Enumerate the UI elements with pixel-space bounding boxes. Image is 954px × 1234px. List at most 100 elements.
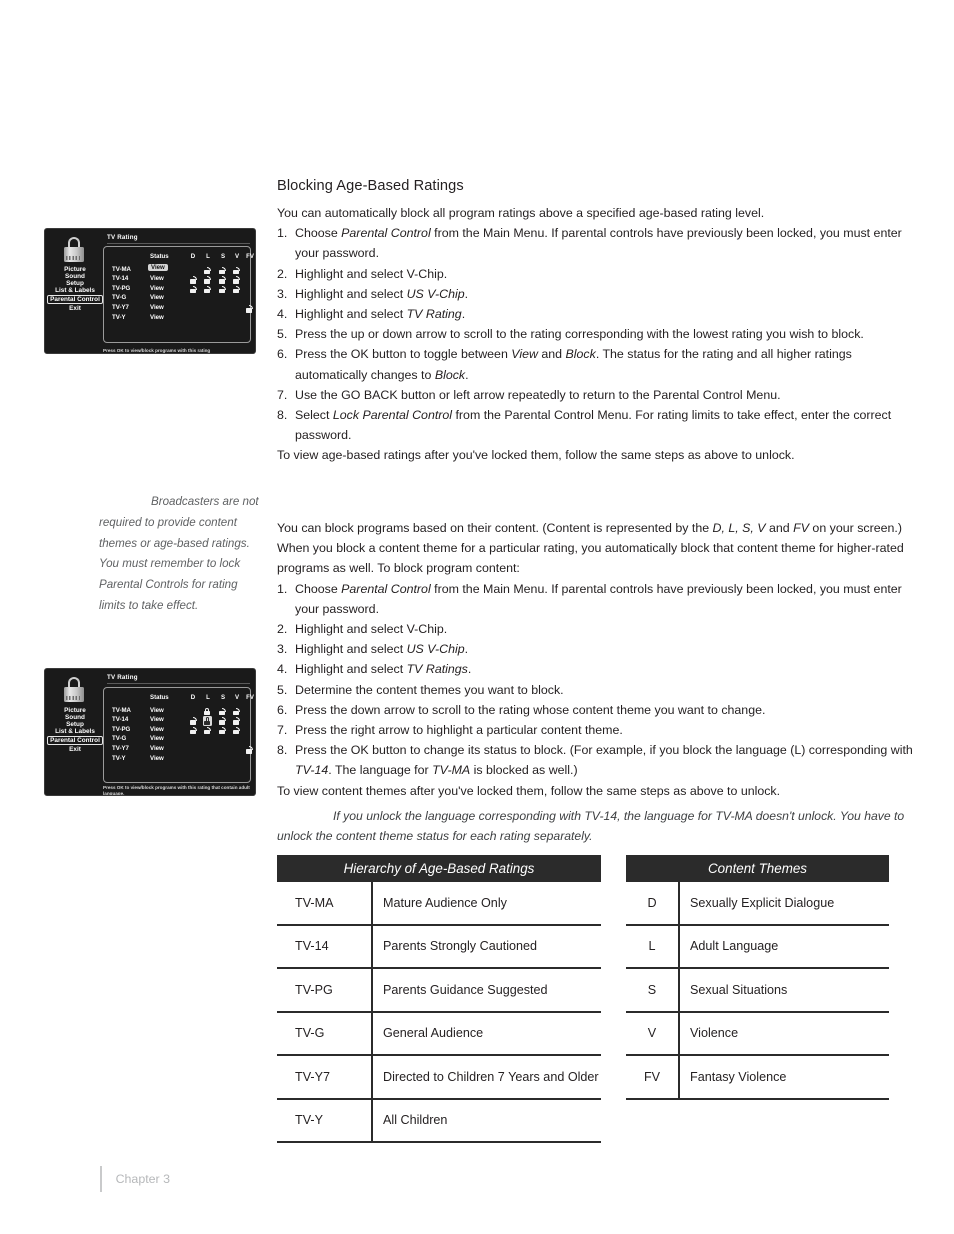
tv-col-header-s: S xyxy=(220,253,226,260)
table-cell-value: Sexually Explicit Dialogue xyxy=(690,895,835,910)
tv-screen-title: TV Rating xyxy=(107,674,138,681)
lock-icon-open xyxy=(233,726,240,735)
section1-closing: To view age-based ratings after you've l… xyxy=(277,448,795,463)
table-cell-value: Sexual Situations xyxy=(690,982,788,997)
table-row: TV-MA Mature Audience Only xyxy=(277,882,601,926)
page-title: Blocking Age-Based Ratings xyxy=(277,178,464,194)
tv-status-value[interactable]: View xyxy=(150,304,164,311)
tv-status-value[interactable]: View xyxy=(150,735,164,742)
section2-note: If you unlock the language corresponding… xyxy=(277,809,905,844)
tv-status-value[interactable]: View xyxy=(150,745,164,752)
tv-rating-label: TV-PG xyxy=(112,725,131,733)
tv-menu-item[interactable]: Exit xyxy=(45,746,105,753)
lock-icon-open xyxy=(190,276,197,284)
tv-menu-item-label: Parental Control xyxy=(47,736,103,745)
step-item: Select Lock Parental Control from the Pa… xyxy=(277,405,892,443)
tv-status-value[interactable]: View xyxy=(150,314,164,321)
tv-rating-header-row: Status D L S V FV xyxy=(104,694,254,704)
tv-screen-hint: Press OK to view/block programs with thi… xyxy=(103,785,250,796)
tv-status-value[interactable]: View xyxy=(150,275,164,282)
tv-rating-row[interactable]: TV-14 View xyxy=(104,716,250,726)
tv-rating-row[interactable]: TV-PG View xyxy=(104,726,250,736)
tv-col-header-s: S xyxy=(220,694,226,701)
tv-rating-label: TV-14 xyxy=(112,275,129,283)
step-item: Press the up or down arrow to scroll to … xyxy=(277,324,864,344)
tv-rating-row[interactable]: TV-Y7 View xyxy=(104,304,253,314)
footer-chapter-label: Chapter 3 xyxy=(115,1172,171,1186)
step-item: Highlight and select V-Chip. xyxy=(277,619,448,639)
tv-rating-label: TV-14 xyxy=(112,716,129,724)
table-cell-value: Parents Strongly Cautioned xyxy=(383,939,538,954)
lock-icon-open xyxy=(190,726,197,735)
step-item: Press the down arrow to scroll to the ra… xyxy=(277,700,766,720)
table-cell-key: TV-MA xyxy=(277,882,373,924)
tv-rating-label: TV-G xyxy=(112,294,127,302)
tv-rating-row[interactable]: TV-14 View xyxy=(104,275,250,285)
tv-screenshot-age-based: TV Rating Picture Sound Setup List & Labels… xyxy=(44,228,256,354)
table-row: TV-14 Parents Strongly Cautioned xyxy=(277,925,601,969)
tv-status-value[interactable]: View xyxy=(150,294,164,301)
tv-menu-item-label: Exit xyxy=(69,305,81,312)
tv-col-header-v: V xyxy=(234,694,240,701)
table-cell-key: TV-14 xyxy=(277,925,373,967)
table-row: TV-Y7 Directed to Children 7 Years and Ol… xyxy=(277,1056,601,1100)
tv-rating-label: TV-Y7 xyxy=(112,744,129,752)
tv-menu-item-label: Exit xyxy=(69,746,81,753)
tv-col-header-status: Status xyxy=(150,253,169,260)
tv-rating-row[interactable]: TV-Y7 View xyxy=(104,744,253,755)
tv-status-value[interactable]: View xyxy=(150,755,164,762)
tv-screen-hint: Press OK to view/block programs with thi… xyxy=(103,348,211,353)
lock-icon-open xyxy=(190,285,197,294)
tv-status-value-selected[interactable]: View xyxy=(148,264,168,272)
tv-rating-label: TV-Y xyxy=(112,313,126,321)
tv-rating-row[interactable]: TV-MA View xyxy=(104,264,250,276)
lock-icon-open xyxy=(219,285,226,294)
table-cell-key: FV xyxy=(626,1056,680,1098)
lock-icon-open xyxy=(219,266,226,275)
tv-rating-label: TV-G xyxy=(112,735,127,743)
table-cell-key: TV-G xyxy=(277,1012,373,1054)
tv-status-value[interactable]: View xyxy=(150,726,164,733)
tv-col-header-v: V xyxy=(234,253,240,260)
left-margin-column: TV Rating Picture Sound Setup List & Labels… xyxy=(44,0,259,1234)
tv-col-header-fv: FV xyxy=(246,253,254,260)
tv-rating-row[interactable]: TV-G View xyxy=(104,294,250,304)
tv-status-value[interactable]: View xyxy=(150,716,164,723)
tv-screenshot-content-themes: TV Rating Picture Sound Setup List & Labels… xyxy=(44,668,256,796)
tv-rating-row[interactable]: TV-G View xyxy=(104,735,250,745)
tv-rating-row[interactable]: TV-Y View xyxy=(104,314,250,324)
table-hierarchy-body: TV-MA Mature Audience Only TV-14 Parents St… xyxy=(277,882,601,1143)
table-row: S Sexual Situations xyxy=(626,969,889,1013)
step-item: Choose Parental Control from the Main Me… xyxy=(277,579,902,616)
lock-icon-open xyxy=(204,276,211,284)
padlock-icon xyxy=(63,677,85,703)
tv-rating-label: TV-MA xyxy=(112,706,131,714)
tv-rating-row[interactable]: TV-MA View xyxy=(104,707,250,717)
tv-menu-item[interactable]: List & Labels xyxy=(45,287,105,294)
step-item: Highlight and select TV Rating. xyxy=(277,304,466,324)
tv-status-value[interactable]: View xyxy=(150,707,164,714)
section2-steps: Choose Parental Control from the Main Me… xyxy=(277,579,913,781)
table-cell-value: Parents Guidance Suggested xyxy=(383,982,548,997)
section2-closing: To view content themes after you've lock… xyxy=(277,783,781,798)
tv-rating-row[interactable]: TV-PG View xyxy=(104,285,250,295)
tv-rating-label: TV-PG xyxy=(112,284,131,292)
tv-rating-row[interactable]: TV-Y View xyxy=(104,755,250,765)
tv-col-header-fv: FV xyxy=(246,694,254,701)
tv-status-value[interactable]: View xyxy=(150,285,164,292)
intro-paragraph: You can automatically block all program … xyxy=(277,206,765,220)
tv-rating-panel: Status D L S V FV TV-MA View TV-14 View TV-PG View… xyxy=(103,687,254,783)
lock-icon-open xyxy=(233,266,240,275)
table-row: TV-G General Audience xyxy=(277,1012,601,1056)
lock-icon-selected xyxy=(202,716,212,726)
tv-main-menu: Picture Sound Setup List & Labels Parental C… xyxy=(45,707,105,753)
footer-divider xyxy=(100,1166,102,1192)
padlock-icon xyxy=(63,237,85,263)
tv-menu-item[interactable]: Exit xyxy=(45,305,105,312)
page-footer: Chapter 3 xyxy=(100,1166,170,1192)
table-cell-key: TV-Y7 xyxy=(277,1056,373,1098)
table-hierarchy-of-age-based-ratings: Hierarchy of Age-Based Ratings TV-MA Matu… xyxy=(277,855,601,1143)
tv-menu-item[interactable]: List & Labels xyxy=(45,728,105,735)
tv-col-header-l: L xyxy=(206,694,210,701)
table-row: L Adult Language xyxy=(626,925,889,969)
